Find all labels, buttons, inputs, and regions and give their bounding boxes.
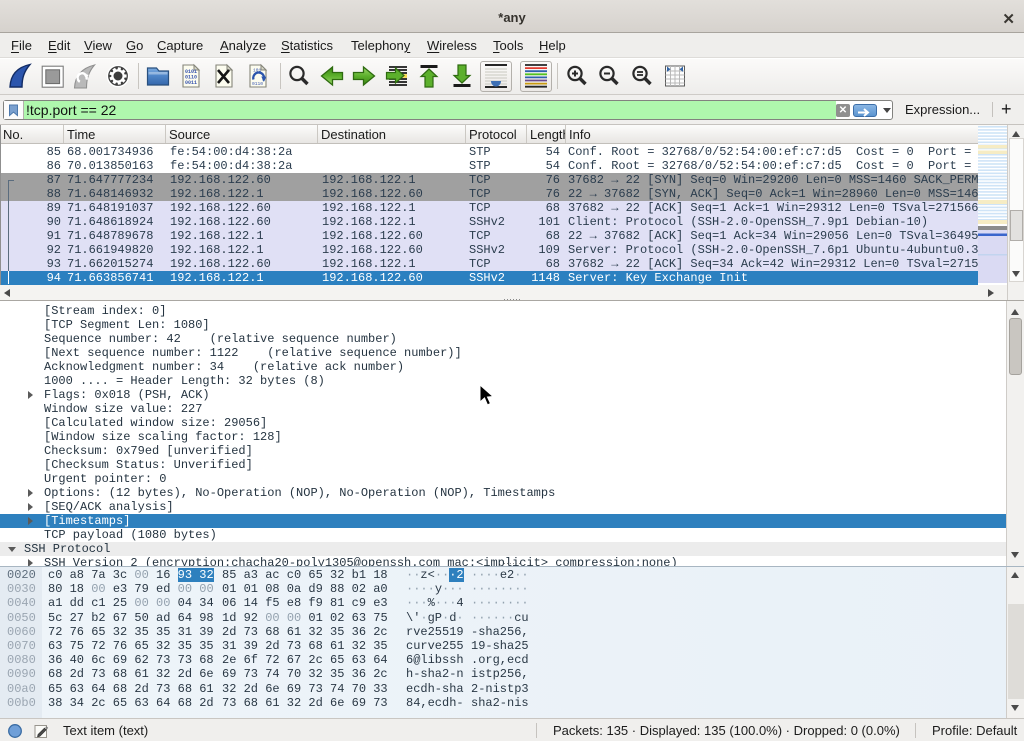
svg-text:0011: 0011 <box>185 80 197 86</box>
svg-text:0110: 0110 <box>252 81 263 87</box>
